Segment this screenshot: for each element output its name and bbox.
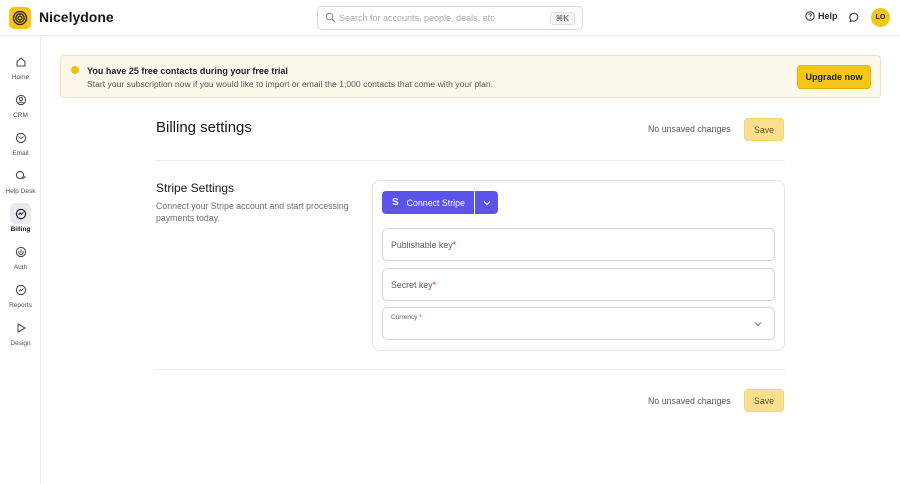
warning-dot-icon (71, 66, 79, 74)
sidebar-item-label: Email (12, 150, 29, 157)
help-desk-icon (15, 170, 26, 179)
stripe-icon: S (392, 197, 399, 208)
sidebar-item-label: Help Desk (5, 188, 36, 195)
search-placeholder: Search for accounts, people, deals, etc (339, 13, 495, 23)
sidebar-item-label: Design (10, 340, 31, 347)
page-title: Billing settings (156, 119, 252, 136)
help-label: Help (818, 11, 838, 21)
search-input[interactable]: Search for accounts, people, deals, etc … (317, 6, 583, 30)
sidebar-item-design[interactable]: Design (0, 317, 41, 347)
sidebar-item-label: Reports (9, 302, 32, 309)
section-description: Connect your Stripe account and start pr… (156, 201, 349, 223)
reports-icon (15, 284, 26, 295)
trial-banner: You have 25 free contacts during your fr… (60, 55, 881, 98)
billing-icon (15, 208, 26, 219)
connect-stripe-label: Connect Stripe (406, 197, 465, 208)
email-icon (15, 132, 26, 143)
required-mark: * (452, 240, 457, 250)
upgrade-button[interactable]: Upgrade now (797, 65, 871, 89)
chevron-down-icon (754, 322, 762, 327)
sidebar-item-reports[interactable]: Reports (0, 279, 41, 309)
sidebar: Home CRM Email Help Desk Billing Auth Re… (0, 36, 41, 484)
design-icon (16, 322, 26, 333)
help-icon (805, 11, 815, 21)
secret-key-label: Secret key* (391, 280, 436, 290)
app-logo[interactable] (9, 7, 31, 29)
divider (156, 160, 785, 161)
app-name: Nicelydone (39, 9, 114, 25)
secret-key-field[interactable]: Secret key* (382, 268, 775, 301)
sidebar-item-crm[interactable]: CRM (0, 89, 41, 119)
chat-icon[interactable] (849, 12, 860, 23)
search-icon (325, 12, 336, 23)
crm-icon (15, 94, 26, 105)
sidebar-item-billing[interactable]: Billing (0, 203, 41, 233)
save-button[interactable]: Save (744, 118, 784, 141)
home-icon (15, 56, 26, 67)
connect-stripe-dropdown[interactable] (475, 191, 498, 214)
section-title: Stripe Settings (156, 181, 235, 195)
sidebar-item-label: Auth (13, 264, 28, 271)
publishable-key-field[interactable]: Publishable key* (382, 228, 775, 261)
sidebar-item-auth[interactable]: Auth (0, 241, 41, 271)
top-bar: Nicelydone Search for accounts, people, … (0, 0, 900, 36)
banner-text: Start your subscription now if you would… (87, 79, 494, 89)
required-mark: * (419, 314, 422, 321)
save-button[interactable]: Save (744, 389, 784, 412)
sidebar-item-label: Home (11, 74, 30, 81)
sidebar-item-help-desk[interactable]: Help Desk (0, 165, 41, 195)
sidebar-item-label: Billing (10, 226, 31, 233)
save-status: No unsaved changes (648, 124, 731, 134)
search-shortcut: ⌘K (549, 12, 575, 25)
sidebar-item-email[interactable]: Email (0, 127, 41, 157)
currency-label: Currency * (391, 314, 422, 321)
avatar[interactable]: LO (871, 8, 890, 27)
logo-icon (12, 10, 28, 26)
required-mark: * (432, 280, 436, 290)
chevron-down-icon (483, 200, 490, 205)
sidebar-item-label: CRM (13, 112, 28, 119)
help-button[interactable]: Help (805, 11, 838, 21)
connect-stripe-button[interactable]: S Connect Stripe (382, 191, 474, 214)
sidebar-item-home[interactable]: Home (0, 51, 41, 81)
divider (156, 369, 785, 370)
save-status: No unsaved changes (648, 396, 731, 406)
auth-icon (15, 246, 26, 257)
publishable-key-label: Publishable key* (391, 240, 457, 250)
banner-title: You have 25 free contacts during your fr… (87, 66, 288, 76)
currency-select[interactable]: Currency * (382, 307, 775, 340)
